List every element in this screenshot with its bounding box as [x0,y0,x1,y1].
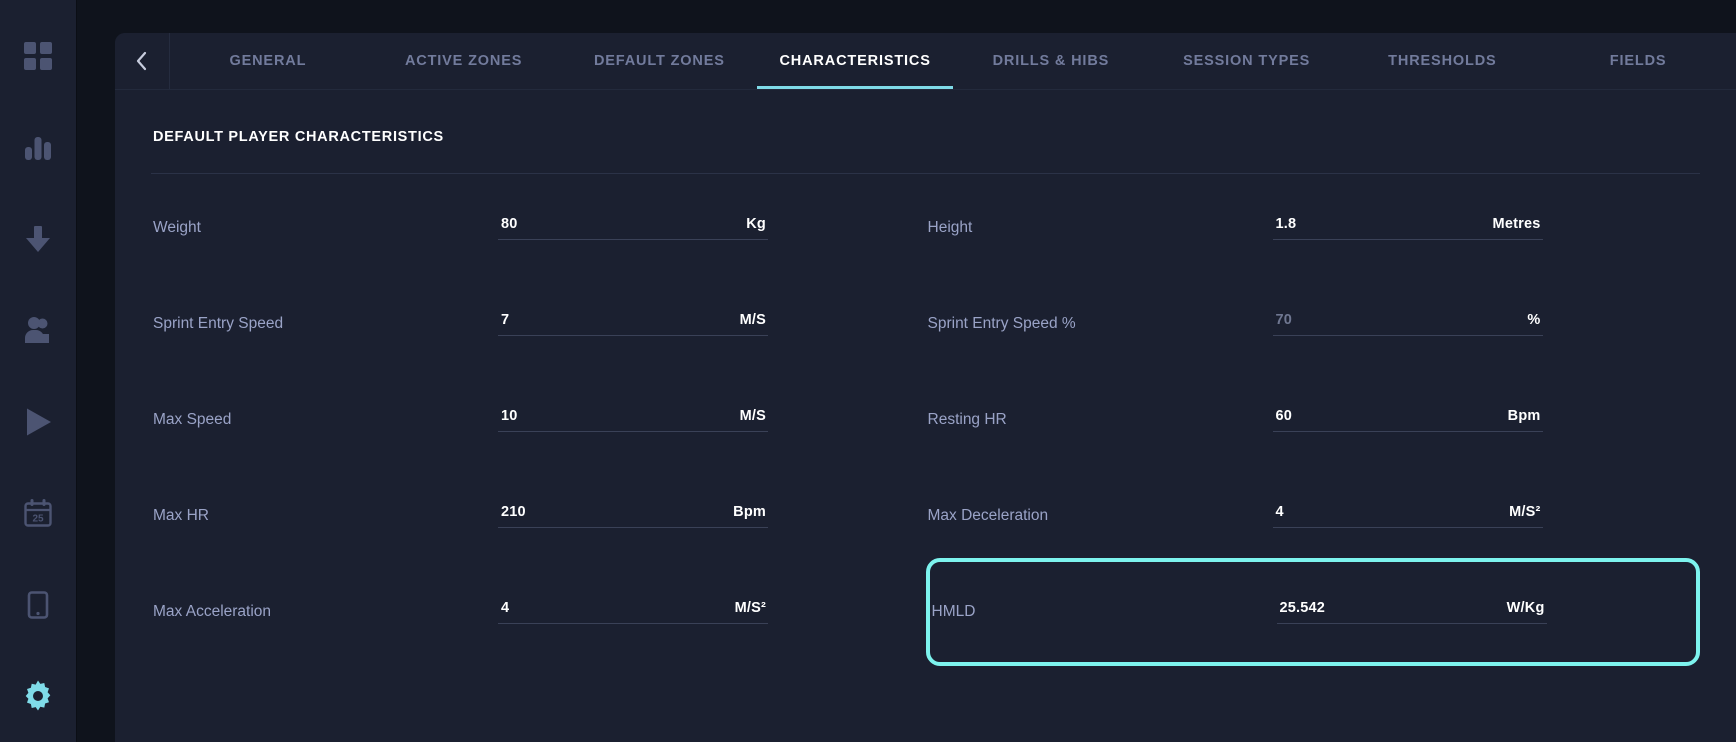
calendar-icon: 25 [22,497,54,529]
tablet-icon [22,589,54,621]
field-unit: W/Kg [1506,600,1545,616]
field-unit: M/S² [734,600,766,616]
field-value: 25.542 [1279,600,1326,616]
sprint-entry-speed-input[interactable]: 7 M/S [498,312,768,336]
play-icon [21,405,55,439]
sprint-entry-speed-percent-input[interactable]: 70 % [1272,312,1543,336]
field-value: 80 [501,216,518,232]
field-resting-hr[interactable]: Resting HR 60 Bpm [926,372,1701,468]
tab-thresholds[interactable]: THRESHOLDS [1345,33,1541,89]
field-label: Max Acceleration [153,603,272,620]
field-label: Weight [153,219,201,236]
sidebar-item-settings[interactable] [0,651,77,742]
field-value: 60 [1275,408,1293,424]
field-label: Sprint Entry Speed [153,315,284,332]
field-value: 1.8 [1275,216,1297,232]
field-label: Height [927,219,973,236]
people-icon [22,314,54,346]
section-title: DEFAULT PLAYER CHARACTERISTICS [153,129,444,145]
characteristics-content: DEFAULT PLAYER CHARACTERISTICS Weight 80… [115,90,1736,666]
field-label: Max Deceleration [927,507,1049,524]
field-hmld[interactable]: HMLD 25.542 W/Kg [925,558,1700,666]
field-value: 4 [1275,504,1284,520]
sidebar-item-calendar[interactable]: 25 [0,468,77,560]
field-unit: M/S [739,408,766,424]
field-weight[interactable]: Weight 80 Kg [151,180,926,276]
field-label: Max HR [153,507,209,524]
field-unit: Bpm [1507,408,1541,424]
max-acceleration-input[interactable]: 4 M/S² [498,600,768,624]
field-sprint-entry-speed[interactable]: Sprint Entry Speed 7 M/S [151,276,926,372]
field-unit: Bpm [733,504,766,520]
sidebar-item-reports[interactable] [0,102,77,194]
field-max-deceleration[interactable]: Max Deceleration 4 M/S² [926,468,1701,564]
tab-general[interactable]: GENERAL [170,33,366,89]
field-value: 4 [501,600,510,616]
field-sprint-entry-speed-percent[interactable]: Sprint Entry Speed % 70 % [926,276,1701,372]
sidebar-item-dashboard-grid[interactable] [0,10,77,102]
left-sidebar: 25 [0,0,77,742]
tab-bar: GENERAL ACTIVE ZONES DEFAULT ZONES CHARA… [115,33,1736,90]
field-value: 10 [501,408,518,424]
height-input[interactable]: 1.8 Metres [1272,216,1543,240]
sidebar-item-live[interactable] [0,376,77,468]
field-label: Max Speed [153,411,232,428]
resting-hr-input[interactable]: 60 Bpm [1272,408,1543,432]
field-value: 7 [501,312,510,328]
max-hr-input[interactable]: 210 Bpm [498,504,768,528]
field-max-speed[interactable]: Max Speed 10 M/S [151,372,926,468]
tab-fields[interactable]: FIELDS [1540,33,1736,89]
weight-input[interactable]: 80 Kg [498,216,768,240]
field-label: Resting HR [927,411,1007,428]
settings-panel: GENERAL ACTIVE ZONES DEFAULT ZONES CHARA… [115,33,1736,742]
tab-list: GENERAL ACTIVE ZONES DEFAULT ZONES CHARA… [170,33,1736,89]
field-unit: Kg [746,216,766,232]
hmld-input[interactable]: 25.542 W/Kg [1276,600,1547,624]
gear-icon [21,679,55,713]
field-value: 210 [501,504,526,520]
sidebar-item-downloads[interactable] [0,193,77,285]
field-height[interactable]: Height 1.8 Metres [926,180,1701,276]
grid-icon [22,40,54,72]
field-unit: Metres [1492,216,1541,232]
tab-session-types[interactable]: SESSION TYPES [1149,33,1345,89]
tab-default-zones[interactable]: DEFAULT ZONES [562,33,758,89]
main-area: GENERAL ACTIVE ZONES DEFAULT ZONES CHARA… [77,0,1736,742]
bar-chart-icon [22,131,54,163]
field-max-acceleration[interactable]: Max Acceleration 4 M/S² [151,564,926,660]
tab-active-zones[interactable]: ACTIVE ZONES [366,33,562,89]
sidebar-item-athletes[interactable] [0,285,77,377]
max-deceleration-input[interactable]: 4 M/S² [1272,504,1543,528]
field-label: Sprint Entry Speed % [927,315,1076,332]
app-root: 25 GENERAL ACTIVE ZONES DEFAULT ZONES CH… [0,0,1736,742]
sidebar-item-devices[interactable] [0,559,77,651]
chevron-left-icon [133,50,151,72]
field-unit: % [1527,312,1541,328]
calendar-day-label: 25 [32,514,44,525]
download-arrow-icon [22,223,54,255]
field-value: 70 [1275,312,1293,328]
tab-drills-and-hibs[interactable]: DRILLS & HIBS [953,33,1149,89]
field-max-hr[interactable]: Max HR 210 Bpm [151,468,926,564]
field-unit: M/S [739,312,766,328]
field-label: HMLD [931,603,976,620]
field-unit: M/S² [1509,504,1541,520]
max-speed-input[interactable]: 10 M/S [498,408,768,432]
characteristics-grid: Weight 80 Kg Height 1.8 Metres Sprint En… [151,174,1700,666]
back-button[interactable] [115,33,170,89]
tab-characteristics[interactable]: CHARACTERISTICS [757,33,953,89]
